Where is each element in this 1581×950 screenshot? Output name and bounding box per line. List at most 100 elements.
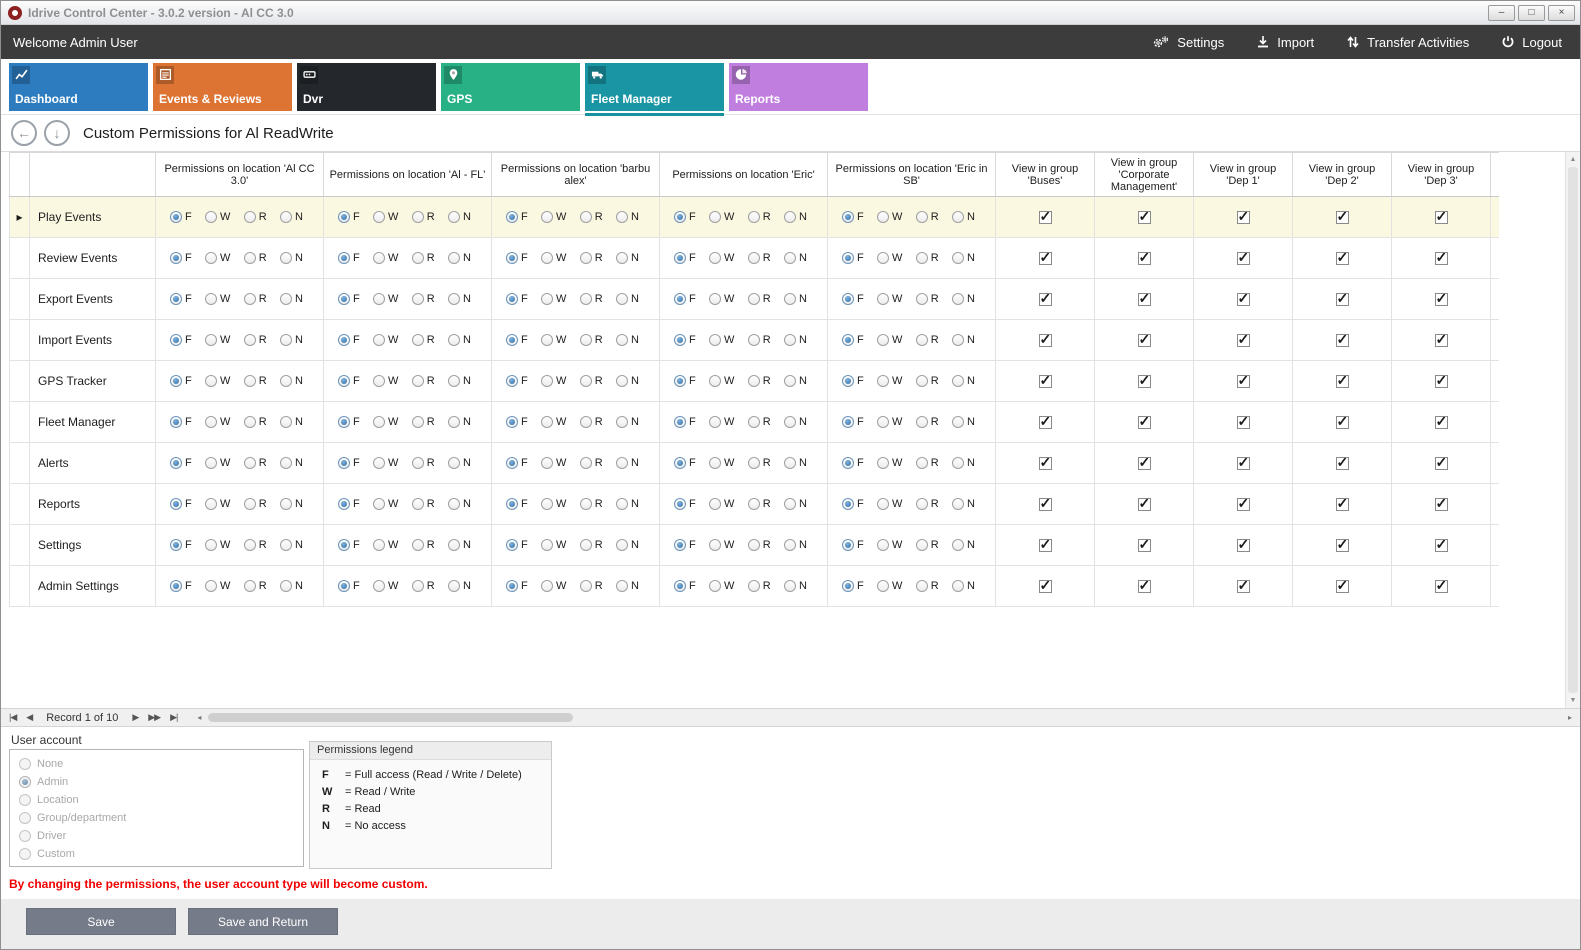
permission-radio-n[interactable]: N <box>448 334 471 346</box>
account-type-radio-location[interactable]: Location <box>19 791 294 809</box>
permission-radio-r[interactable]: R <box>748 252 771 264</box>
permission-radio-r[interactable]: R <box>412 580 435 592</box>
first-record-button[interactable]: |◀ <box>4 712 21 723</box>
permission-radio-r[interactable]: R <box>748 498 771 510</box>
permission-radio-w[interactable]: W <box>373 498 398 510</box>
save-and-return-button[interactable]: Save and Return <box>188 908 338 935</box>
permission-radio-r[interactable]: R <box>580 211 603 223</box>
group-view-checkbox[interactable] <box>1138 375 1151 388</box>
permission-radio-f[interactable]: F <box>338 375 360 387</box>
group-view-checkbox[interactable] <box>1435 211 1448 224</box>
group-view-checkbox[interactable] <box>1039 293 1052 306</box>
permission-radio-f[interactable]: F <box>506 580 528 592</box>
permission-radio-w[interactable]: W <box>373 580 398 592</box>
permission-radio-f[interactable]: F <box>674 457 696 469</box>
group-view-checkbox[interactable] <box>1138 539 1151 552</box>
group-view-checkbox[interactable] <box>1039 334 1052 347</box>
location-column-header[interactable]: Permissions on location 'barbu alex' <box>492 153 660 197</box>
permission-radio-n[interactable]: N <box>952 375 975 387</box>
group-view-checkbox[interactable] <box>1237 211 1250 224</box>
permission-radio-n[interactable]: N <box>280 375 303 387</box>
permission-radio-f[interactable]: F <box>338 211 360 223</box>
save-button[interactable]: Save <box>26 908 176 935</box>
group-view-checkbox[interactable] <box>1237 252 1250 265</box>
permission-radio-r[interactable]: R <box>412 252 435 264</box>
permission-radio-r[interactable]: R <box>580 293 603 305</box>
group-view-checkbox[interactable] <box>1336 375 1349 388</box>
permission-radio-f[interactable]: F <box>674 334 696 346</box>
permission-radio-r[interactable]: R <box>748 580 771 592</box>
permission-radio-w[interactable]: W <box>877 375 902 387</box>
permission-radio-n[interactable]: N <box>784 457 807 469</box>
permission-radio-f[interactable]: F <box>338 498 360 510</box>
permission-radio-f[interactable]: F <box>842 293 864 305</box>
permission-radio-w[interactable]: W <box>541 334 566 346</box>
permission-radio-f[interactable]: F <box>674 580 696 592</box>
permission-radio-f[interactable]: F <box>674 375 696 387</box>
permission-radio-r[interactable]: R <box>412 498 435 510</box>
permission-radio-r[interactable]: R <box>916 334 939 346</box>
permission-radio-r[interactable]: R <box>412 539 435 551</box>
permission-radio-f[interactable]: F <box>170 416 192 428</box>
group-view-checkbox[interactable] <box>1237 539 1250 552</box>
permission-radio-n[interactable]: N <box>448 375 471 387</box>
permission-radio-n[interactable]: N <box>784 580 807 592</box>
group-view-checkbox[interactable] <box>1336 211 1349 224</box>
permission-radio-w[interactable]: W <box>205 539 230 551</box>
group-view-checkbox[interactable] <box>1237 375 1250 388</box>
permission-radio-n[interactable]: N <box>952 457 975 469</box>
permission-radio-f[interactable]: F <box>674 293 696 305</box>
permission-radio-w[interactable]: W <box>205 457 230 469</box>
permission-radio-r[interactable]: R <box>748 539 771 551</box>
permission-radio-f[interactable]: F <box>338 293 360 305</box>
group-column-header[interactable]: View in group 'Dep 3' <box>1392 153 1491 197</box>
permission-radio-w[interactable]: W <box>373 416 398 428</box>
permission-radio-r[interactable]: R <box>916 580 939 592</box>
group-view-checkbox[interactable] <box>1237 457 1250 470</box>
permission-radio-f[interactable]: F <box>170 334 192 346</box>
group-column-header[interactable]: View in group 'Buses' <box>996 153 1095 197</box>
minimize-button[interactable]: – <box>1488 5 1515 21</box>
account-type-radio-custom[interactable]: Custom <box>19 845 294 863</box>
permission-radio-n[interactable]: N <box>952 293 975 305</box>
permission-radio-n[interactable]: N <box>616 293 639 305</box>
permission-radio-w[interactable]: W <box>877 416 902 428</box>
group-view-checkbox[interactable] <box>1435 416 1448 429</box>
permission-radio-f[interactable]: F <box>842 375 864 387</box>
permission-radio-r[interactable]: R <box>244 498 267 510</box>
permission-radio-n[interactable]: N <box>280 539 303 551</box>
group-view-checkbox[interactable] <box>1435 252 1448 265</box>
permission-radio-r[interactable]: R <box>748 457 771 469</box>
group-view-checkbox[interactable] <box>1039 416 1052 429</box>
permission-radio-f[interactable]: F <box>842 539 864 551</box>
permission-radio-f[interactable]: F <box>674 211 696 223</box>
permission-radio-r[interactable]: R <box>916 252 939 264</box>
permission-radio-w[interactable]: W <box>709 457 734 469</box>
horizontal-scrollbar[interactable]: ◂ ▸ <box>192 709 1577 726</box>
account-type-radio-admin[interactable]: Admin <box>19 773 294 791</box>
permission-radio-n[interactable]: N <box>616 334 639 346</box>
location-column-header[interactable]: Permissions on location 'Eric in SB' <box>828 153 996 197</box>
permission-radio-r[interactable]: R <box>244 293 267 305</box>
group-view-checkbox[interactable] <box>1138 252 1151 265</box>
fast-forward-button[interactable]: ▶▶ <box>143 712 165 723</box>
permission-radio-r[interactable]: R <box>580 498 603 510</box>
permission-radio-n[interactable]: N <box>616 252 639 264</box>
group-column-header[interactable]: View in group 'Dep 1' <box>1194 153 1293 197</box>
permission-radio-w[interactable]: W <box>877 457 902 469</box>
permission-radio-w[interactable]: W <box>709 416 734 428</box>
scroll-up-icon[interactable]: ▲ <box>1566 152 1580 167</box>
permission-radio-n[interactable]: N <box>952 539 975 551</box>
permission-radio-r[interactable]: R <box>412 375 435 387</box>
permission-radio-n[interactable]: N <box>952 211 975 223</box>
vertical-scrollbar[interactable]: ▲ ▼ <box>1565 152 1580 708</box>
group-view-checkbox[interactable] <box>1336 498 1349 511</box>
permission-radio-f[interactable]: F <box>842 334 864 346</box>
next-record-button[interactable]: ▶ <box>127 712 143 723</box>
group-view-checkbox[interactable] <box>1336 252 1349 265</box>
permission-radio-w[interactable]: W <box>373 539 398 551</box>
permission-radio-f[interactable]: F <box>506 293 528 305</box>
permission-radio-f[interactable]: F <box>338 334 360 346</box>
permission-radio-r[interactable]: R <box>244 252 267 264</box>
permission-radio-f[interactable]: F <box>842 252 864 264</box>
